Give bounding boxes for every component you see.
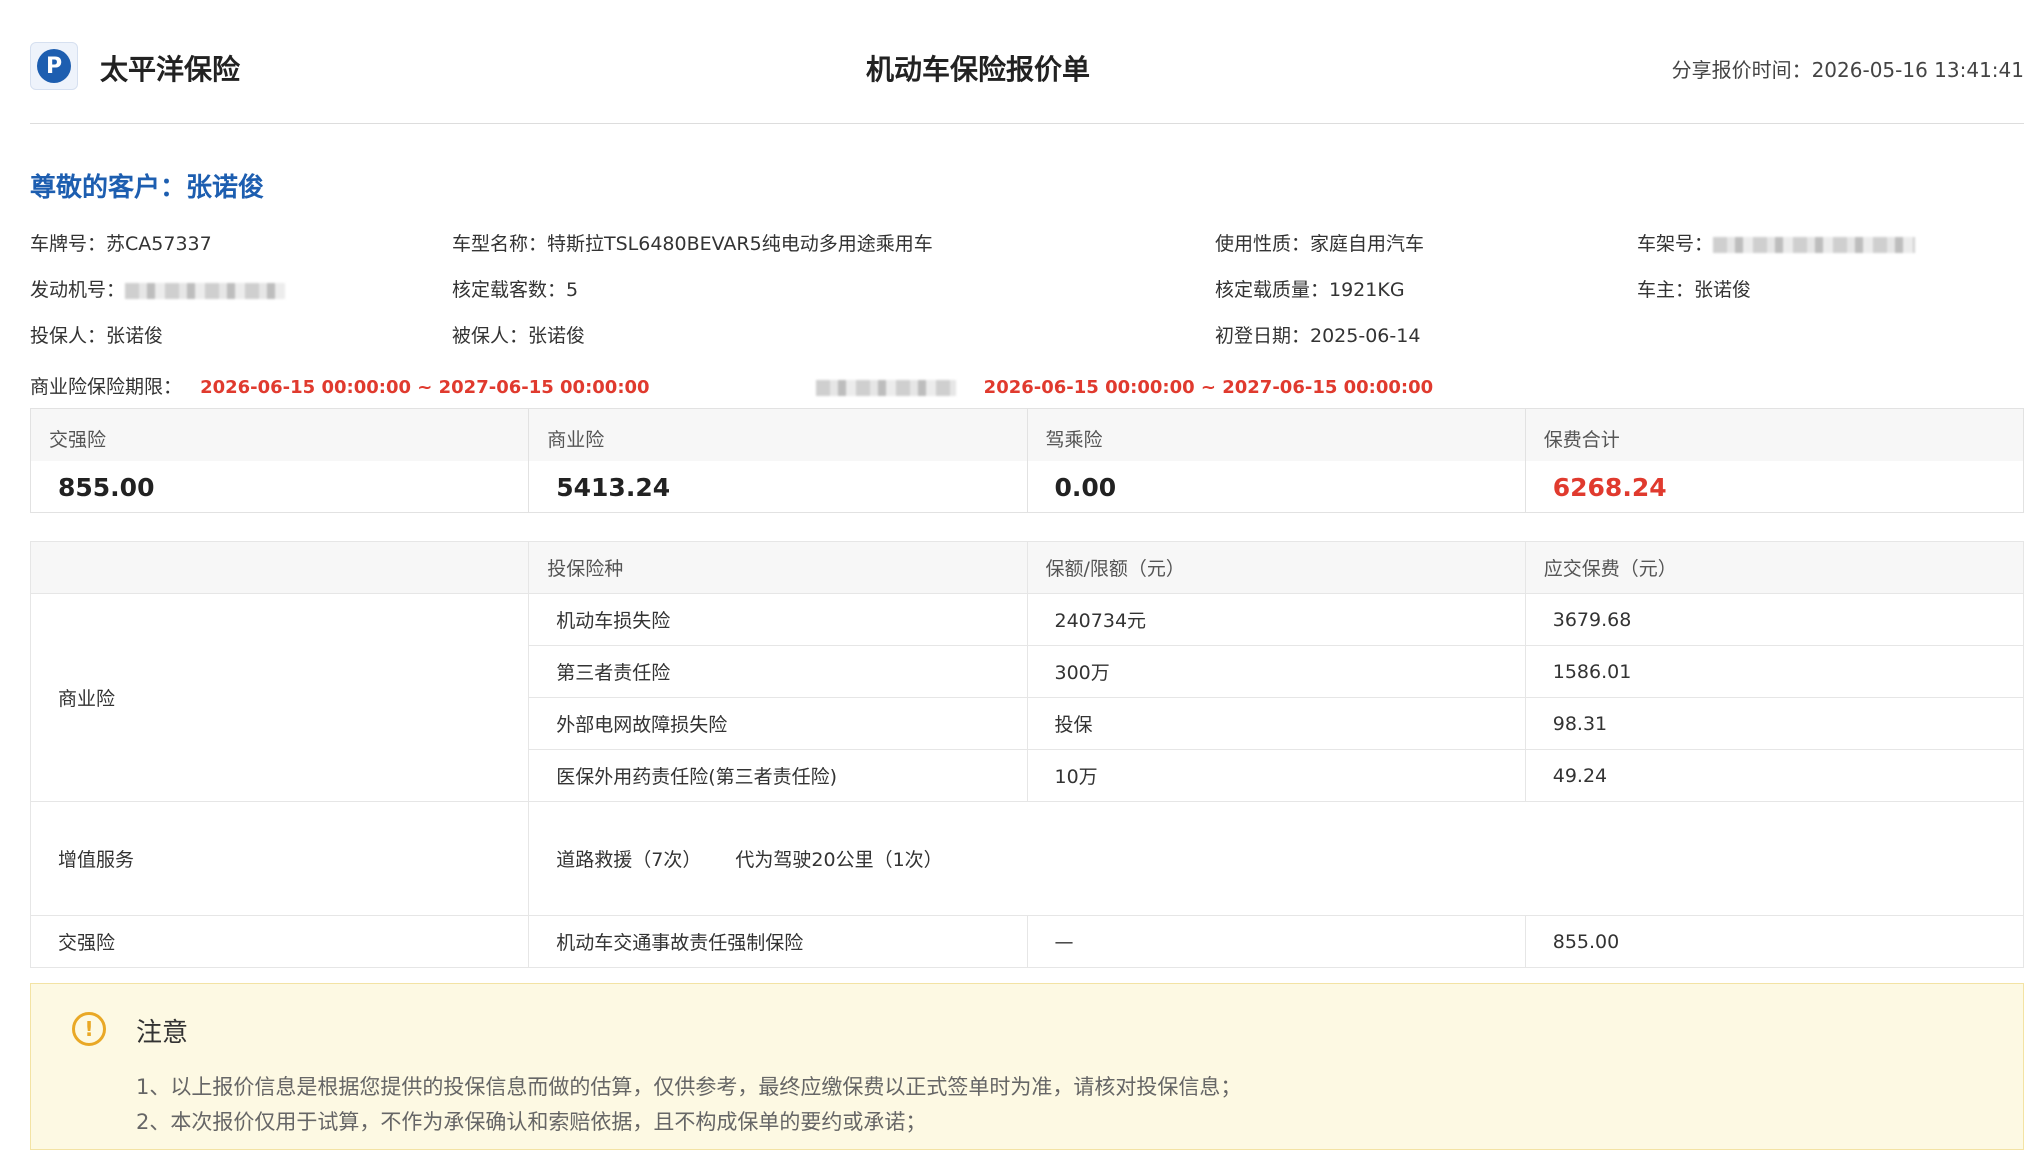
plate-number: 车牌号：苏CA57337: [30, 233, 212, 255]
summary-total: 保费合计 6268.24: [1525, 409, 2023, 512]
warning-icon: !: [72, 1012, 106, 1046]
info-row-3: 投保人：张诺俊 被保人：张诺俊 初登日期：2025-06-14: [30, 321, 2024, 351]
service-driving: 代为驾驶20公里（1次）: [735, 849, 943, 871]
vin-redacted: [1713, 236, 1916, 253]
seats: 核定载客数：5: [452, 279, 579, 301]
engine-redacted: [125, 282, 286, 299]
info-row-1: 车牌号：苏CA57337 车型名称：特斯拉TSL6480BEVAR5纯电动多用途…: [30, 229, 2024, 259]
group-commercial: 商业险: [29, 593, 530, 802]
page-title: 机动车保险报价单: [866, 53, 1091, 86]
summary-passenger: 驾乘险 0.00: [1027, 409, 1526, 512]
compulsory-period: 2026-06-15 00:00:00 ~ 2027-06-15 00:00:0…: [983, 377, 1434, 398]
insurance-periods: 商业险保险期限： 2026-06-15 00:00:00 ~ 2027-06-1…: [30, 372, 1433, 399]
summary-commercial: 商业险 5413.24: [529, 409, 1028, 512]
commercial-period: 2026-06-15 00:00:00 ~ 2027-06-15 00:00:0…: [200, 377, 650, 398]
usage-type: 使用性质：家庭自用汽车: [1215, 233, 1425, 255]
commercial-period-label: 商业险保险期限：: [30, 376, 183, 398]
group-compulsory: 交强险: [29, 915, 530, 968]
applicant: 投保人：张诺俊: [30, 325, 164, 347]
vin: 车架号：: [1637, 229, 1916, 256]
value-added-services: 道路救援（7次） 代为驾驶20公里（1次）: [528, 801, 2024, 916]
insured: 被保人：张诺俊: [452, 325, 586, 347]
owner: 车主：张诺俊: [1637, 279, 1752, 301]
notice-box: ! 注意 1、以上报价信息是根据您提供的投保信息而做的估算，仅供参考，最终应缴保…: [30, 983, 2024, 1150]
share-time: 分享报价时间：2026-05-16 13:41:41: [1671, 58, 2024, 82]
customer-greeting: 尊敬的客户：张诺俊: [30, 173, 265, 203]
compulsory-period-label-redacted: [815, 379, 956, 396]
service-roadside: 道路救援（7次）: [556, 849, 702, 871]
notice-title: 注意: [136, 1018, 189, 1048]
summary-compulsory: 交强险 855.00: [31, 409, 530, 512]
premium-summary: 交强险 855.00 商业险 5413.24 驾乘险 0.00 保费合计 626…: [30, 408, 2024, 513]
vehicle-model: 车型名称：特斯拉TSL6480BEVAR5纯电动多用途乘用车: [452, 233, 933, 255]
company-logo-icon: P: [30, 42, 78, 90]
register-date: 初登日期：2025-06-14: [1215, 325, 1421, 347]
group-services: 增值服务: [29, 801, 530, 916]
table-header: 投保险种 保额/限额（元） 应交保费（元）: [29, 541, 2025, 594]
notice-line-1: 1、以上报价信息是根据您提供的投保信息而做的估算，仅供参考，最终应缴保费以正式签…: [136, 1075, 1242, 1099]
engine-number: 发动机号：: [30, 275, 286, 302]
page-header: P 太平洋保险 机动车保险报价单 分享报价时间：2026-05-16 13:41…: [30, 38, 2024, 124]
coverage-table: 投保险种 保额/限额（元） 应交保费（元） 商业险 机动车损失险 240734元…: [29, 541, 2025, 968]
table-row: 交强险 机动车交通事故责任强制保险 — 855.00: [29, 915, 2025, 968]
mass: 核定载质量：1921KG: [1215, 279, 1405, 301]
company-name: 太平洋保险: [100, 53, 241, 86]
info-row-2: 发动机号： 核定载客数：5 核定载质量：1921KG 车主：张诺俊: [30, 275, 2024, 305]
notice-line-2: 2、本次报价仅用于试算，不作为承保确认和索赔依据，且不构成保单的要约或承诺；: [136, 1110, 927, 1134]
table-row: 增值服务 道路救援（7次） 代为驾驶20公里（1次）: [29, 801, 2024, 916]
table-row: 商业险 机动车损失险 240734元 3679.68: [29, 593, 2025, 802]
